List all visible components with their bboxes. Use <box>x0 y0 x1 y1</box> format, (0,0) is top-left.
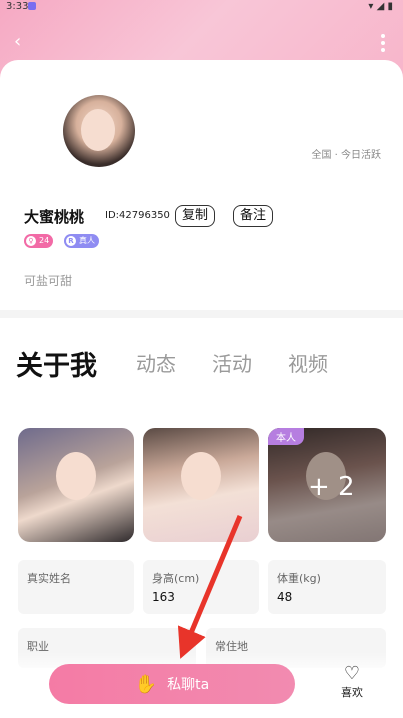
wave-hand-icon: ✋ <box>134 673 158 695</box>
verified-badge: R 真人 <box>64 234 99 248</box>
private-chat-button[interactable]: ✋ 私聊ta <box>49 664 295 704</box>
more-options-icon[interactable] <box>381 34 387 54</box>
heart-icon: ♡ <box>343 663 361 684</box>
tab-video[interactable]: 视频 <box>288 348 328 377</box>
section-divider <box>0 310 403 318</box>
photo-face <box>181 452 221 500</box>
more-photos-count: + 2 <box>308 472 355 502</box>
info-value: 48 <box>277 590 293 604</box>
bio-text: 可盐可甜 <box>24 274 73 288</box>
self-photo-tag: 本人 <box>268 428 304 445</box>
profile-photo-3[interactable]: 本人 + 2 <box>268 428 386 542</box>
like-label: 喜欢 <box>341 686 363 699</box>
tab-about[interactable]: 关于我 <box>16 344 97 383</box>
verified-icon: R <box>66 236 76 246</box>
avatar[interactable] <box>63 95 135 167</box>
profile-photo-1[interactable] <box>18 428 134 542</box>
info-label: 体重(kg) <box>277 572 321 585</box>
info-label: 真实姓名 <box>27 572 71 585</box>
remark-button[interactable]: 备注 <box>233 205 274 227</box>
female-icon: ♀ <box>26 236 36 246</box>
location-active-status: 全国 · 今日活跃 <box>311 150 381 161</box>
system-status-icons: ▾ ◢ ▮ <box>368 1 393 12</box>
copy-id-button[interactable]: 复制 <box>175 205 216 227</box>
app-notification-icon <box>28 2 36 10</box>
verified-label: 真人 <box>79 236 95 245</box>
info-real-name: 真实姓名 <box>18 560 134 614</box>
tab-feed[interactable]: 动态 <box>136 348 176 377</box>
age-value: 24 <box>39 236 50 245</box>
photo-face <box>56 452 96 500</box>
chat-button-label: 私聊ta <box>167 677 210 693</box>
like-button[interactable]: ♡ 喜欢 <box>332 664 372 706</box>
profile-photo-2[interactable] <box>143 428 259 542</box>
user-name: 大蜜桃桃 <box>24 208 85 226</box>
status-time: 3:33 <box>6 1 29 12</box>
info-label: 身高(cm) <box>152 572 200 585</box>
info-value: 163 <box>152 590 175 604</box>
avatar-face <box>81 109 115 151</box>
tab-activity[interactable]: 活动 <box>212 348 252 377</box>
back-arrow-icon[interactable]: ‹ <box>14 32 34 52</box>
status-bar: 3:33 ▾ ◢ ▮ <box>0 0 403 14</box>
info-weight: 体重(kg) 48 <box>268 560 386 614</box>
user-id: ID:42796350 <box>105 210 170 221</box>
age-badge: ♀ 24 <box>24 234 54 248</box>
info-height: 身高(cm) 163 <box>143 560 259 614</box>
